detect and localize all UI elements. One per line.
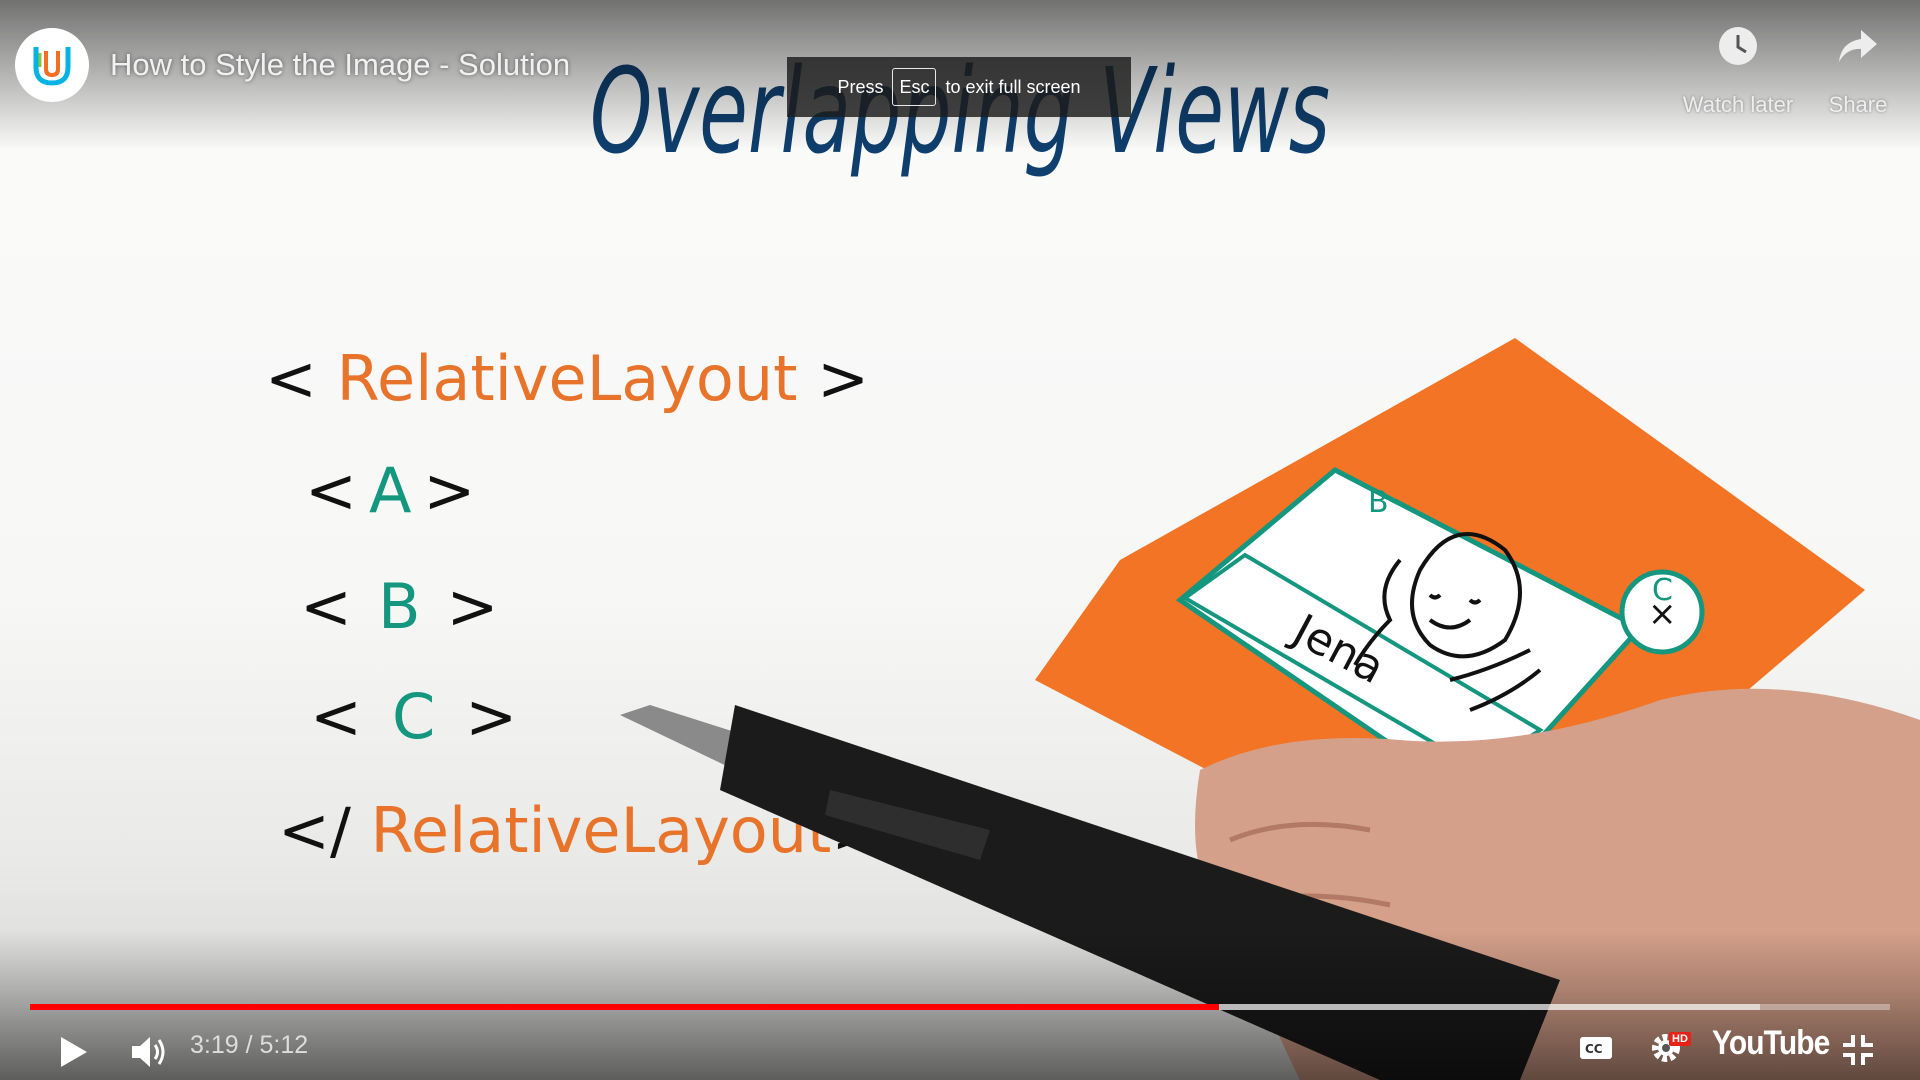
share-label: Share — [1828, 92, 1888, 117]
time-display: 3:19 / 5:12 — [190, 1031, 309, 1059]
udacity-logo-icon — [33, 47, 71, 86]
mute-button[interactable] — [126, 1030, 174, 1074]
watch-later-label: Watch later — [1682, 92, 1794, 117]
captions-button[interactable]: CC — [1578, 1034, 1614, 1062]
channel-avatar[interactable] — [15, 28, 89, 102]
video-title[interactable]: How to Style the Image - Solution — [110, 47, 570, 83]
volume-icon — [132, 1037, 165, 1067]
video-frame[interactable]: Overlapping Views < RelativeLayout > <A>… — [0, 0, 1920, 1080]
svg-text:CC: CC — [1585, 1042, 1603, 1056]
play-icon — [61, 1037, 87, 1067]
code-line-b: < B > — [300, 570, 498, 643]
exit-fullscreen-icon — [1843, 1035, 1873, 1065]
card-label-c: C — [1652, 573, 1673, 608]
progress-bar[interactable] — [30, 1004, 1890, 1010]
card-label-b: B — [1368, 485, 1389, 520]
play-button[interactable] — [52, 1030, 96, 1074]
progress-played — [30, 1004, 1219, 1010]
esc-key-badge: Esc — [892, 68, 937, 106]
video-scene: Overlapping Views < RelativeLayout > <A>… — [265, 42, 1920, 1080]
youtube-logo[interactable]: YouTube — [1712, 1024, 1830, 1063]
exit-fullscreen-button[interactable] — [1838, 1030, 1878, 1070]
fullscreen-exit-toast: Press Esc to exit full screen — [787, 57, 1131, 117]
hd-badge: HD — [1669, 1032, 1691, 1046]
share-button[interactable]: Share — [1788, 22, 1920, 118]
code-line-relativelayout-open: < RelativeLayout > — [265, 342, 869, 415]
toast-text-after: to exit full screen — [945, 76, 1081, 97]
captions-icon: CC — [1580, 1037, 1612, 1059]
share-arrow-icon — [1788, 22, 1920, 70]
clock-icon — [1668, 22, 1808, 70]
code-line-a: < A > — [305, 454, 475, 527]
toast-text-before: Press — [837, 76, 884, 97]
code-line-c: < C > — [310, 680, 517, 753]
watch-later-button[interactable]: Watch later — [1668, 22, 1808, 118]
